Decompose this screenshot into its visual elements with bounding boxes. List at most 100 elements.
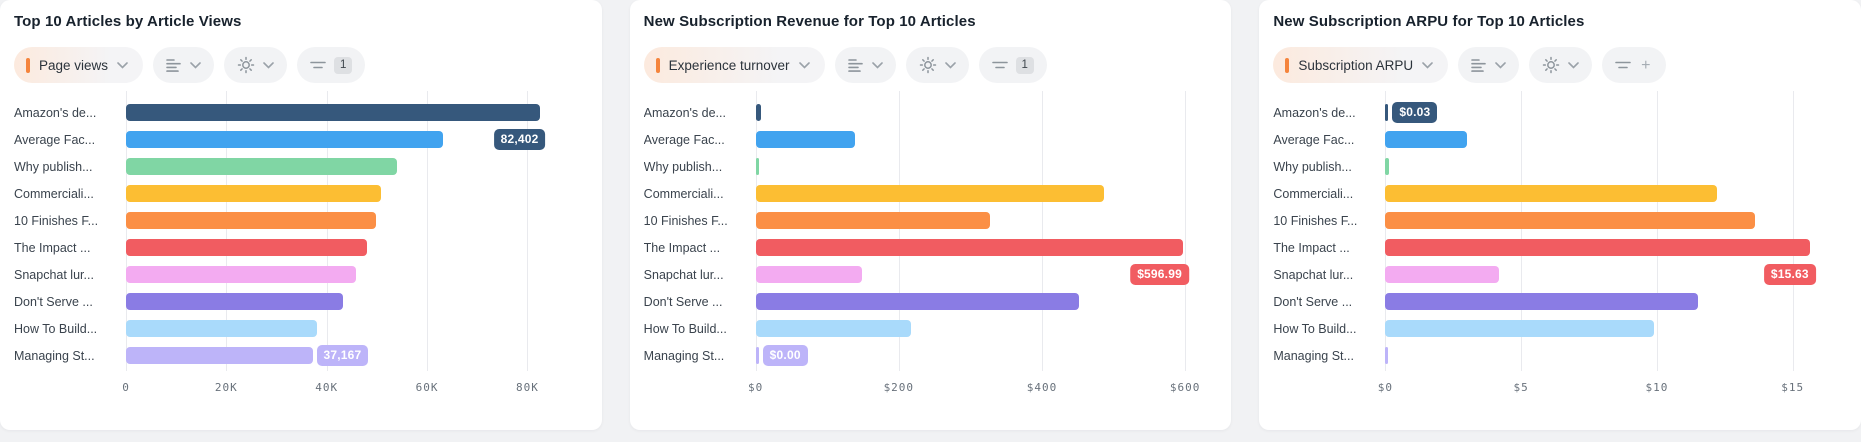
bar[interactable] [1385,104,1388,121]
plot-region: $596.99$0.00 [756,99,1218,369]
value-callout: $15.63 [1764,264,1816,285]
chevron-down-icon [799,62,810,69]
axis-tick-label: 20K [215,381,238,394]
axis-tick-label: $0 [1378,381,1393,394]
metric-selector-label: Page views [39,58,108,73]
bar[interactable] [756,293,1080,310]
bar[interactable] [126,239,367,256]
category-label: Don't Serve ... [644,288,756,315]
display-options-button[interactable] [835,47,896,83]
bar[interactable] [1385,347,1388,364]
chevron-down-icon [945,62,956,69]
axis-tick-label: $200 [884,381,915,394]
filter-count-badge: 1 [334,57,352,74]
category-label: Why publish... [644,153,756,180]
chart-card-subscription-revenue: New Subscription Revenue for Top 10 Arti… [630,0,1232,430]
axis-spacer [14,369,126,403]
bar[interactable] [1385,293,1697,310]
category-label: How To Build... [644,315,756,342]
chevron-down-icon [872,62,883,69]
value-callout: $596.99 [1130,264,1189,285]
bar[interactable] [126,158,397,175]
bar[interactable] [756,239,1183,256]
category-label: The Impact ... [1273,234,1385,261]
bar[interactable] [126,131,443,148]
filter-button[interactable]: 1 [979,47,1047,83]
value-callout: 82,402 [494,129,546,150]
filter-button[interactable]: + [1602,47,1665,83]
bar[interactable] [756,131,855,148]
bar[interactable] [1385,131,1466,148]
bar[interactable] [126,104,540,121]
metric-selector[interactable]: Subscription ARPU [1273,47,1448,83]
filter-icon [310,59,326,71]
legend-lines-icon [1471,58,1487,73]
bar[interactable] [756,320,911,337]
bar[interactable] [126,293,343,310]
gridline [1185,91,1186,371]
settings-button[interactable] [1529,47,1592,83]
settings-button[interactable] [906,47,969,83]
metric-color-marker [656,58,660,73]
category-label: Snapchat lur... [14,261,126,288]
bar[interactable] [126,266,356,283]
chart-card-subscription-arpu: New Subscription ARPU for Top 10 Article… [1259,0,1861,430]
legend-lines-icon [848,58,864,73]
axis-ticks: $0$5$10$15 [1385,369,1847,403]
category-label: The Impact ... [14,234,126,261]
legend-lines-icon [166,58,182,73]
chart-title: Top 10 Articles by Article Views [14,12,588,32]
category-label: Snapchat lur... [644,261,756,288]
category-axis: Amazon's de...Average Fac...Why publish.… [1273,99,1385,369]
bar[interactable] [1385,266,1499,283]
bar[interactable] [756,158,759,175]
bar[interactable] [126,212,376,229]
bar[interactable] [756,104,762,121]
bar[interactable] [756,212,991,229]
axis-tick-label: $0 [748,381,763,394]
bar[interactable] [756,266,862,283]
chevron-down-icon [263,62,274,69]
axis-tick-label: 40K [315,381,338,394]
bar[interactable] [1385,158,1388,175]
display-options-button[interactable] [153,47,214,83]
bar-chart: Amazon's de...Average Fac...Why publish.… [14,99,588,403]
axis-tick-label: $5 [1514,381,1529,394]
bar[interactable] [1385,239,1809,256]
bar[interactable] [1385,320,1654,337]
settings-button[interactable] [224,47,287,83]
gridline [1793,91,1794,371]
category-label: Commerciali... [14,180,126,207]
value-axis: 020K40K60K80K [14,369,588,403]
category-label: 10 Finishes F... [644,207,756,234]
axis-spacer [644,369,756,403]
category-label: Managing St... [644,342,756,369]
filter-icon [992,59,1008,71]
bar[interactable] [126,347,313,364]
category-label: Why publish... [14,153,126,180]
chart-title: New Subscription Revenue for Top 10 Arti… [644,12,1218,32]
category-label: Don't Serve ... [14,288,126,315]
metric-selector[interactable]: Experience turnover [644,47,825,83]
filter-button[interactable]: 1 [297,47,365,83]
bar[interactable] [1385,212,1754,229]
metric-color-marker [1285,58,1289,73]
chevron-down-icon [190,62,201,69]
bar[interactable] [1385,185,1716,202]
chart-plot-area: Amazon's de...Average Fac...Why publish.… [1273,99,1847,369]
axis-spacer [1273,369,1385,403]
chevron-down-icon [117,62,128,69]
chevron-down-icon [1568,62,1579,69]
chart-plot-area: Amazon's de...Average Fac...Why publish.… [644,99,1218,369]
display-options-button[interactable] [1458,47,1519,83]
bar[interactable] [126,320,317,337]
bar[interactable] [756,347,759,364]
category-label: Commerciali... [1273,180,1385,207]
category-label: How To Build... [1273,315,1385,342]
bar[interactable] [756,185,1105,202]
bar[interactable] [126,185,381,202]
axis-tick-label: 60K [416,381,439,394]
category-label: 10 Finishes F... [1273,207,1385,234]
chevron-down-icon [1422,62,1433,69]
metric-selector[interactable]: Page views [14,47,143,83]
